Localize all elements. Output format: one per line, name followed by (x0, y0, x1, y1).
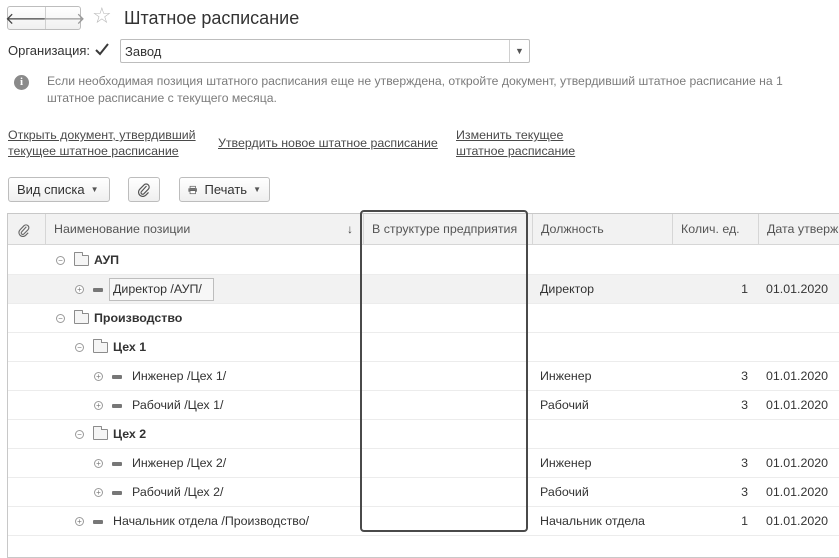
organization-checkbox[interactable] (94, 42, 110, 58)
collapse-icon[interactable]: − (56, 256, 65, 265)
row-position: Инженер (540, 456, 592, 470)
row-name: Производство (94, 311, 183, 325)
column-name[interactable]: Наименование позиции ↓ (45, 214, 363, 245)
chevron-down-icon: ▼ (253, 185, 261, 194)
collapse-icon[interactable]: − (56, 314, 65, 323)
chevron-down-icon: ▼ (90, 185, 99, 194)
row-units (672, 333, 748, 362)
row-name: АУП (94, 253, 120, 267)
attach-button[interactable] (128, 177, 160, 202)
expand-icon[interactable]: + (75, 517, 84, 526)
row-name: Рабочий /Цех 2/ (132, 485, 224, 499)
back-button[interactable]: 🡐 (5, 7, 48, 29)
row-position: Рабочий (540, 398, 589, 412)
position-icon (93, 520, 103, 524)
row-date: 01.01.2020 (766, 398, 829, 412)
change-current-link[interactable]: Изменить текущее штатное расписание (456, 127, 575, 159)
row-units: 1 (741, 514, 748, 528)
change-current-link-line-1: Изменить текущее (456, 128, 564, 142)
folder-icon (74, 252, 89, 266)
row-name: Директор /АУП/ (113, 282, 202, 296)
folder-icon (93, 339, 108, 353)
page-title: Штатное расписание (124, 8, 300, 28)
organization-value: Завод (125, 44, 162, 59)
organization-select[interactable]: Завод ▼ (120, 39, 530, 63)
column-date[interactable]: Дата утверж (758, 214, 839, 245)
row-name: Инженер /Цех 1/ (132, 369, 227, 383)
row-units (672, 304, 748, 333)
expand-icon[interactable]: + (75, 285, 84, 294)
view-list-label: Вид списка (17, 182, 85, 197)
row-units: 3 (741, 456, 748, 470)
open-document-link-line-2: текущее штатное расписание (8, 144, 179, 158)
row-name: Инженер /Цех 2/ (132, 456, 227, 470)
row-name: Цех 2 (113, 427, 147, 441)
navigation-buttons: 🡐 🡒 (5, 6, 85, 30)
info-line-1: Если необходимая позиция штатного распис… (47, 74, 783, 88)
folder-icon (93, 426, 108, 440)
open-document-link[interactable]: Открыть документ, утвердивший текущее шт… (8, 127, 196, 159)
row-position: Начальник отдела (540, 514, 645, 528)
row-position: Директор (540, 282, 594, 296)
organization-label: Организация: (8, 43, 91, 58)
row-name: Начальник отдела /Производство/ (113, 514, 310, 528)
position-icon (112, 491, 122, 495)
view-list-button[interactable]: Вид списка ▼ (8, 177, 110, 202)
expand-icon[interactable]: + (94, 372, 103, 381)
row-position: Рабочий (540, 485, 589, 499)
change-current-link-line-2: штатное расписание (456, 144, 576, 158)
arrow-right-icon: 🡒 (42, 10, 86, 28)
row-date: 01.01.2020 (766, 485, 829, 499)
row-units: 1 (741, 282, 748, 296)
forward-button[interactable]: 🡒 (43, 7, 85, 29)
info-message: Если необходимая позиция штатного распис… (47, 73, 839, 107)
row-position: Инженер (540, 369, 592, 383)
position-icon (112, 375, 122, 379)
paperclip-icon (138, 183, 150, 197)
position-icon (112, 404, 122, 408)
column-units[interactable]: Колич. ед. (672, 214, 758, 245)
position-icon (93, 288, 103, 292)
expand-icon[interactable]: + (94, 401, 103, 410)
row-name: Рабочий /Цех 1/ (132, 398, 224, 412)
row-name: Цех 1 (113, 340, 147, 354)
row-units (672, 246, 748, 275)
expand-icon[interactable]: + (94, 459, 103, 468)
sort-arrow-icon[interactable]: ↓ (347, 214, 353, 245)
row-date: 01.01.2020 (766, 282, 829, 296)
row-date: 01.01.2020 (766, 369, 829, 383)
star-icon[interactable]: ☆ (92, 4, 112, 28)
position-icon (112, 462, 122, 466)
row-units: 3 (741, 369, 748, 383)
approve-new-link[interactable]: Утвердить новое штатное расписание (218, 135, 438, 151)
column-name-label: Наименование позиции (54, 222, 191, 236)
row-units: 3 (741, 485, 748, 499)
column-highlight-frame (360, 210, 528, 532)
collapse-icon[interactable]: − (75, 343, 84, 352)
open-document-link-line-1: Открыть документ, утвердивший (8, 128, 196, 142)
row-date: 01.01.2020 (766, 456, 829, 470)
printer-icon (188, 185, 198, 194)
print-button[interactable]: Печать ▼ (179, 177, 270, 202)
paperclip-icon (18, 224, 30, 238)
chevron-down-icon[interactable]: ▼ (509, 40, 529, 62)
column-position[interactable]: Должность (532, 214, 672, 245)
folder-icon (74, 310, 89, 324)
column-attach[interactable] (8, 214, 45, 245)
info-line-2: штатное расписание с текущего месяца. (47, 91, 277, 105)
row-units (672, 420, 748, 449)
print-label: Печать (204, 182, 248, 197)
row-date: 01.01.2020 (766, 514, 829, 528)
row-units: 3 (741, 398, 748, 412)
arrow-left-icon: 🡐 (5, 10, 48, 28)
expand-icon[interactable]: + (94, 488, 103, 497)
collapse-icon[interactable]: − (75, 430, 84, 439)
info-icon: i (14, 75, 29, 90)
